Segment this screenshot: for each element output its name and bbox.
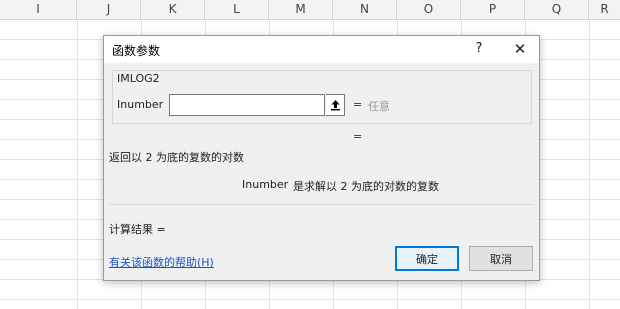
- column-header-m[interactable]: M: [269, 0, 333, 19]
- column-header-n[interactable]: N: [333, 0, 397, 19]
- function-description: 返回以 2 为底的复数的对数: [109, 151, 244, 164]
- column-header-l[interactable]: L: [205, 0, 269, 19]
- dialog-titlebar[interactable]: 函数参数 ? ✕: [104, 36, 539, 63]
- dialog-title: 函数参数: [112, 44, 161, 58]
- inumber-label: Inumber: [117, 98, 164, 111]
- formula-result-equals: =: [353, 130, 363, 143]
- function-arguments-dialog: 函数参数 ? ✕ IMLOG2 Inumber = 任意 = 返回以 2 为底的…: [103, 35, 540, 281]
- column-header-q[interactable]: Q: [525, 0, 589, 19]
- column-header-i[interactable]: I: [0, 0, 77, 19]
- calculation-result-label: 计算结果 =: [109, 223, 166, 236]
- help-question-icon[interactable]: ?: [468, 39, 490, 59]
- inumber-input[interactable]: [169, 94, 325, 116]
- grid-line: [77, 19, 78, 309]
- column-header-j[interactable]: J: [77, 0, 141, 19]
- ok-button[interactable]: 确定: [395, 246, 459, 271]
- argument-equals-sign: =: [353, 98, 363, 111]
- column-header-o[interactable]: O: [397, 0, 461, 19]
- grid-line: [589, 19, 590, 309]
- argument-description-text: 是求解以 2 为底的对数的复数: [293, 180, 439, 193]
- column-header-p[interactable]: P: [461, 0, 525, 19]
- collapse-dialog-button[interactable]: [326, 94, 345, 116]
- grid-line: [0, 299, 620, 300]
- argument-description-name: Inumber: [242, 178, 289, 191]
- column-header-k[interactable]: K: [141, 0, 205, 19]
- column-header-bar: I J K L M N O P Q R: [0, 0, 620, 20]
- range-select-arrow-icon: [330, 100, 340, 111]
- separator-line: [109, 204, 534, 205]
- close-icon[interactable]: ✕: [508, 39, 532, 59]
- function-name: IMLOG2: [115, 72, 162, 85]
- cancel-button[interactable]: 取消: [469, 246, 533, 271]
- argument-value-hint: 任意: [368, 100, 390, 113]
- column-header-r[interactable]: R: [589, 0, 620, 19]
- function-help-link[interactable]: 有关该函数的帮助(H): [109, 254, 214, 270]
